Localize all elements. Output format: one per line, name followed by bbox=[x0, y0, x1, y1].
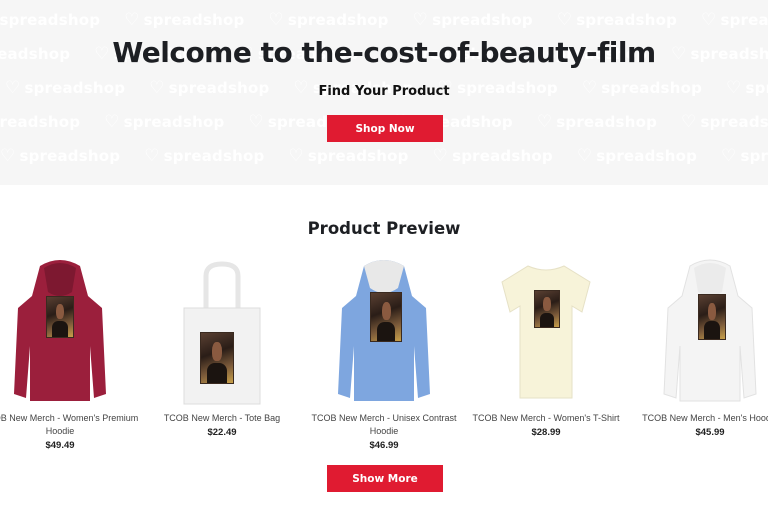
product-price: $22.49 bbox=[207, 427, 237, 438]
product-name[interactable]: TCOB New Merch - Tote Bag bbox=[142, 412, 302, 425]
hero-banner: ♡spreadshop♡spreadshop♡spreadshop♡spread… bbox=[0, 0, 768, 185]
product-price: $46.99 bbox=[369, 440, 399, 451]
product-print-image bbox=[534, 290, 560, 328]
product-print-image bbox=[46, 296, 74, 338]
product-card[interactable]: TCOB New Merch - Men's Hoodie $45.99 bbox=[630, 256, 768, 438]
product-image[interactable] bbox=[496, 256, 596, 406]
product-card[interactable]: TCOB New Merch - Women's Premium Hoodie … bbox=[0, 256, 140, 451]
watermark-row: ♡spreadshop♡spreadshop♡spreadshop♡spread… bbox=[0, 146, 768, 166]
product-print-image bbox=[370, 292, 402, 342]
section-title: Product Preview bbox=[307, 219, 461, 238]
product-card[interactable]: TCOB New Merch - Unisex Contrast Hoodie … bbox=[304, 256, 464, 451]
product-price: $28.99 bbox=[531, 427, 561, 438]
product-name[interactable]: TCOB New Merch - Unisex Contrast Hoodie bbox=[304, 412, 464, 438]
page-title: Welcome to the-cost-of-beauty-film bbox=[112, 36, 656, 69]
product-image[interactable] bbox=[10, 256, 110, 406]
product-name[interactable]: TCOB New Merch - Men's Hoodie bbox=[630, 412, 768, 425]
show-more-button[interactable]: Show More bbox=[327, 465, 443, 492]
product-card[interactable]: TCOB New Merch - Tote Bag $22.49 bbox=[142, 256, 302, 438]
product-price: $49.49 bbox=[45, 440, 75, 451]
product-name[interactable]: TCOB New Merch - Women's Premium Hoodie bbox=[0, 412, 140, 438]
product-image[interactable] bbox=[660, 256, 760, 406]
product-name[interactable]: TCOB New Merch - Women's T-Shirt bbox=[466, 412, 626, 425]
product-print-image bbox=[200, 332, 234, 384]
product-price: $45.99 bbox=[695, 427, 725, 438]
product-card[interactable]: TCOB New Merch - Women's T-Shirt $28.99 bbox=[466, 256, 626, 438]
shop-now-button[interactable]: Shop Now bbox=[327, 115, 443, 142]
hero-subtitle: Find Your Product bbox=[318, 84, 450, 99]
watermark-row: ♡spreadshop♡spreadshop♡spreadshop♡spread… bbox=[0, 10, 768, 30]
product-print-image bbox=[698, 294, 726, 340]
product-image[interactable] bbox=[172, 256, 272, 406]
product-image[interactable] bbox=[334, 256, 434, 406]
tshirt-icon bbox=[501, 265, 591, 399]
